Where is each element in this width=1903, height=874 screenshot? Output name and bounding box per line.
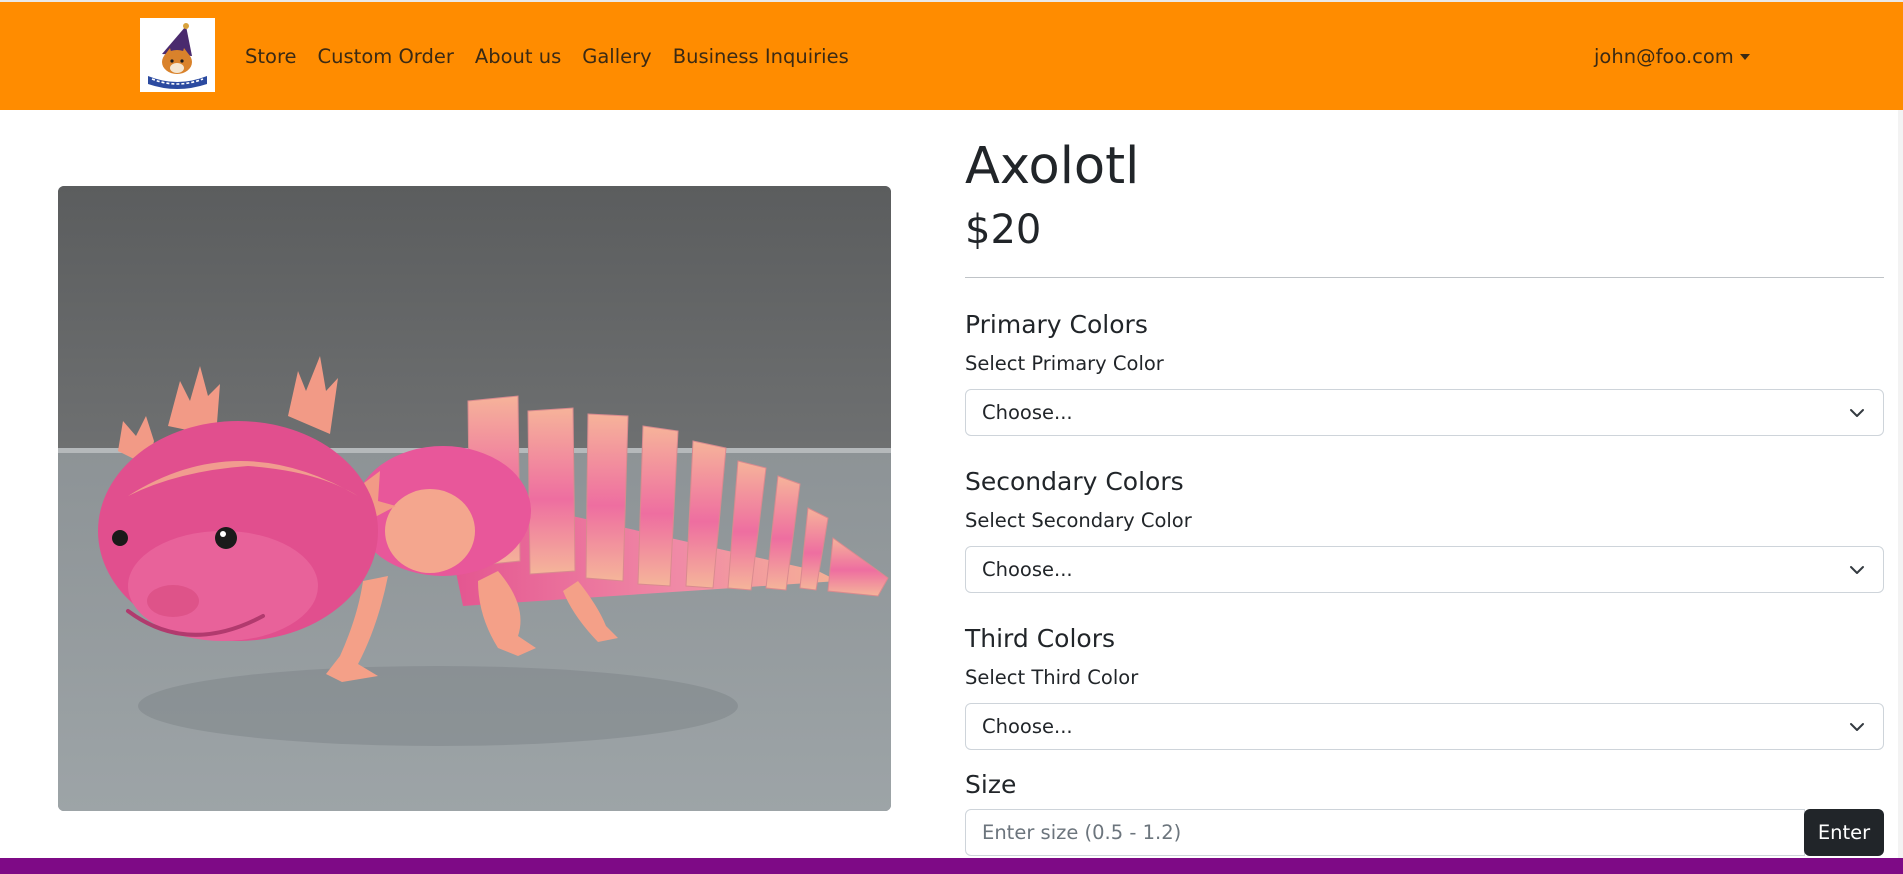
caret-down-icon xyxy=(1739,54,1750,60)
primary-color-select[interactable]: Choose... xyxy=(965,389,1884,436)
enter-button[interactable]: Enter xyxy=(1804,809,1884,856)
nav-link-about-us[interactable]: About us xyxy=(475,45,561,68)
user-menu-dropdown[interactable]: john@foo.com xyxy=(1594,2,1750,110)
primary-colors-heading: Primary Colors xyxy=(965,310,1148,339)
navbar: Store Custom Order About us Gallery Busi… xyxy=(0,2,1903,110)
product-title: Axolotl xyxy=(965,137,1140,196)
secondary-color-selected: Choose... xyxy=(982,558,1073,581)
third-color-select[interactable]: Choose... xyxy=(965,703,1884,750)
chevron-down-icon xyxy=(1850,566,1864,574)
logo-3d-wizards[interactable] xyxy=(140,18,215,92)
chevron-down-icon xyxy=(1850,723,1864,731)
bottom-bar xyxy=(0,858,1903,874)
product-image xyxy=(58,186,891,811)
primary-color-selected: Choose... xyxy=(982,401,1073,424)
chevron-down-icon xyxy=(1850,409,1864,417)
primary-color-label: Select Primary Color xyxy=(965,352,1164,375)
third-colors-heading: Third Colors xyxy=(965,624,1116,653)
nav-link-business-inquiries[interactable]: Business Inquiries xyxy=(673,45,849,68)
size-input[interactable] xyxy=(965,809,1805,856)
nav-link-gallery[interactable]: Gallery xyxy=(582,45,651,68)
nav-links: Store Custom Order About us Gallery Busi… xyxy=(245,2,870,110)
scrollbar-track[interactable] xyxy=(1898,110,1903,860)
nav-link-custom-order[interactable]: Custom Order xyxy=(318,45,454,68)
nav-link-store[interactable]: Store xyxy=(245,45,297,68)
product-price: $20 xyxy=(965,207,1042,253)
secondary-color-select[interactable]: Choose... xyxy=(965,546,1884,593)
size-heading: Size xyxy=(965,770,1017,799)
user-email: john@foo.com xyxy=(1594,44,1734,68)
third-color-label: Select Third Color xyxy=(965,666,1139,689)
divider xyxy=(965,277,1884,278)
secondary-colors-heading: Secondary Colors xyxy=(965,467,1184,496)
secondary-color-label: Select Secondary Color xyxy=(965,509,1192,532)
third-color-selected: Choose... xyxy=(982,715,1073,738)
